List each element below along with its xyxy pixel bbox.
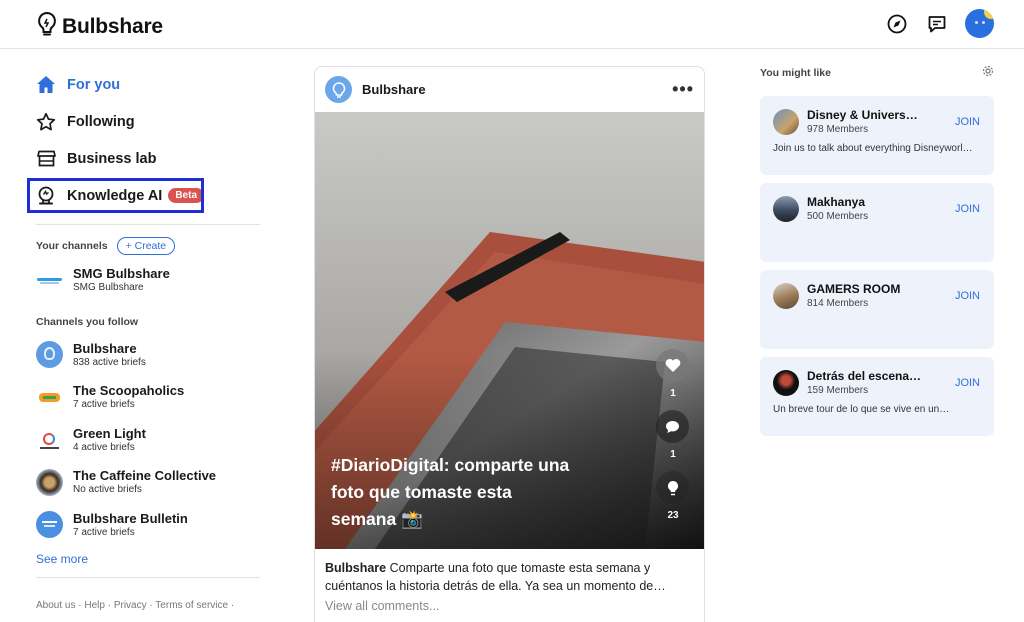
join-button[interactable]: JOIN	[955, 116, 980, 128]
channel-sub: 7 active briefs	[73, 399, 135, 411]
store-icon	[36, 149, 56, 169]
channel-sub: 7 active briefs	[73, 526, 135, 538]
channel-name: Bulbshare	[73, 340, 137, 356]
channel-item[interactable]: The Caffeine Collective No active briefs	[36, 461, 260, 504]
post-author-name[interactable]: Bulbshare	[362, 82, 426, 97]
nav-knowledge-ai[interactable]: Knowledge AI Beta	[27, 177, 260, 214]
nav-for-you[interactable]: For you	[36, 66, 260, 103]
channel-name: Bulbshare Bulletin	[73, 510, 188, 526]
nav-label: Following	[67, 113, 135, 130]
channel-sub: No active briefs	[73, 484, 142, 496]
divider	[36, 577, 260, 578]
post-caption: Bulbshare Comparte una foto que tomaste …	[315, 549, 704, 595]
post-header: Bulbshare •••	[315, 67, 704, 112]
star-icon	[36, 112, 56, 132]
post-card: Bulbshare ••• 1 1 23 #DiarioDigital: com…	[314, 66, 705, 622]
community-name: GAMERS ROOM	[807, 282, 901, 296]
create-channel-button[interactable]: + Create	[116, 237, 176, 255]
suggestions-title: You might like	[760, 67, 831, 79]
channel-name: The Scoopaholics	[73, 383, 185, 399]
gear-icon[interactable]	[982, 64, 994, 82]
divider	[36, 224, 260, 225]
channels-follow-label: Channels you follow	[36, 315, 139, 328]
community-desc: Un breve tour de lo que se vive en un…	[773, 404, 950, 415]
channel-sub: 4 active briefs	[73, 441, 135, 453]
view-comments-link[interactable]: View all comments...	[315, 595, 704, 617]
more-options-icon[interactable]: •••	[672, 79, 694, 100]
community-members: 978 Members	[807, 124, 869, 135]
community-members: 159 Members	[807, 385, 869, 396]
community-name: Detrás del escena…	[807, 369, 922, 383]
compass-icon[interactable]	[885, 12, 909, 36]
community-avatar	[773, 195, 799, 222]
suggestion-card[interactable]: Disney & Universa… 978 Members JOIN Join…	[760, 96, 994, 175]
post-author-avatar[interactable]	[325, 76, 352, 103]
nav-label: For you	[67, 76, 121, 93]
caffeine-collective-logo-icon	[36, 468, 63, 496]
channel-logo-icon	[36, 266, 63, 294]
bulb-icon[interactable]	[656, 471, 689, 504]
highlight-box	[27, 178, 204, 213]
avatar[interactable]	[965, 9, 994, 38]
suggestion-card[interactable]: Detrás del escena… 159 Members JOIN Un b…	[760, 357, 994, 436]
channel-sub: 838 active briefs	[73, 356, 146, 368]
nav-following[interactable]: Following	[36, 103, 260, 140]
home-icon	[36, 75, 56, 95]
channel-name: SMG Bulbshare	[73, 266, 170, 282]
community-members: 814 Members	[807, 298, 869, 309]
green-light-logo-icon	[36, 426, 63, 454]
suggestion-card[interactable]: GAMERS ROOM 814 Members JOIN	[760, 270, 994, 349]
join-button[interactable]: JOIN	[955, 203, 980, 215]
join-button[interactable]: JOIN	[955, 377, 980, 389]
idea-count: 23	[667, 510, 679, 521]
nav-business-lab[interactable]: Business lab	[36, 140, 260, 177]
community-avatar	[773, 108, 799, 135]
app-name: Bulbshare	[62, 14, 163, 38]
your-channels-label: Your channels	[36, 240, 108, 252]
see-more-link[interactable]: See more	[36, 552, 260, 566]
community-avatar	[773, 369, 799, 396]
channel-sub: SMG Bulbshare	[73, 282, 144, 294]
community-name: Makhanya	[807, 195, 866, 209]
caption-author[interactable]: Bulbshare	[325, 561, 386, 575]
post-image[interactable]: 1 1 23 #DiarioDigital: comparte una foto…	[315, 112, 704, 549]
left-sidebar: For you Following Business lab Knowledge…	[27, 66, 260, 611]
suggestion-card[interactable]: Makhanya 500 Members JOIN	[760, 183, 994, 262]
channel-item[interactable]: Green Light 4 active briefs	[36, 419, 260, 462]
suggestions-panel: You might like Disney & Universa… 978 Me…	[760, 64, 994, 436]
comment-icon[interactable]	[656, 410, 689, 443]
community-avatar	[773, 282, 799, 309]
channel-item[interactable]: SMG Bulbshare SMG Bulbshare	[36, 259, 260, 302]
channel-name: The Caffeine Collective	[73, 468, 217, 484]
channel-item[interactable]: Bulbshare Bulletin 7 active briefs	[36, 504, 260, 547]
channel-item[interactable]: Bulbshare 838 active briefs	[36, 334, 260, 377]
scoopaholics-logo-icon	[36, 383, 63, 411]
bulletin-logo-icon	[36, 511, 63, 539]
community-members: 500 Members	[807, 211, 869, 222]
nav-label: Business lab	[67, 150, 157, 167]
community-desc: Join us to talk about everything Disneyw…	[773, 143, 973, 154]
channel-name: Green Light	[73, 425, 146, 441]
heart-icon[interactable]	[656, 349, 689, 382]
join-button[interactable]: JOIN	[955, 290, 980, 302]
post-overlay-title: #DiarioDigital: comparte una foto que to…	[331, 455, 570, 529]
lightbulb-icon	[36, 11, 58, 42]
community-name: Disney & Universa…	[807, 108, 922, 122]
logo[interactable]: Bulbshare	[36, 11, 163, 42]
bulb-channel-icon	[36, 341, 63, 369]
chat-icon[interactable]	[925, 12, 949, 36]
footer-links[interactable]: About us · Help · Privacy · Terms of ser…	[36, 600, 260, 611]
like-count: 1	[670, 388, 676, 399]
comment-count: 1	[670, 449, 676, 460]
post-actions: 1 1 23	[656, 349, 690, 524]
channel-item[interactable]: The Scoopaholics 7 active briefs	[36, 376, 260, 419]
top-bar: Bulbshare	[0, 0, 1024, 49]
